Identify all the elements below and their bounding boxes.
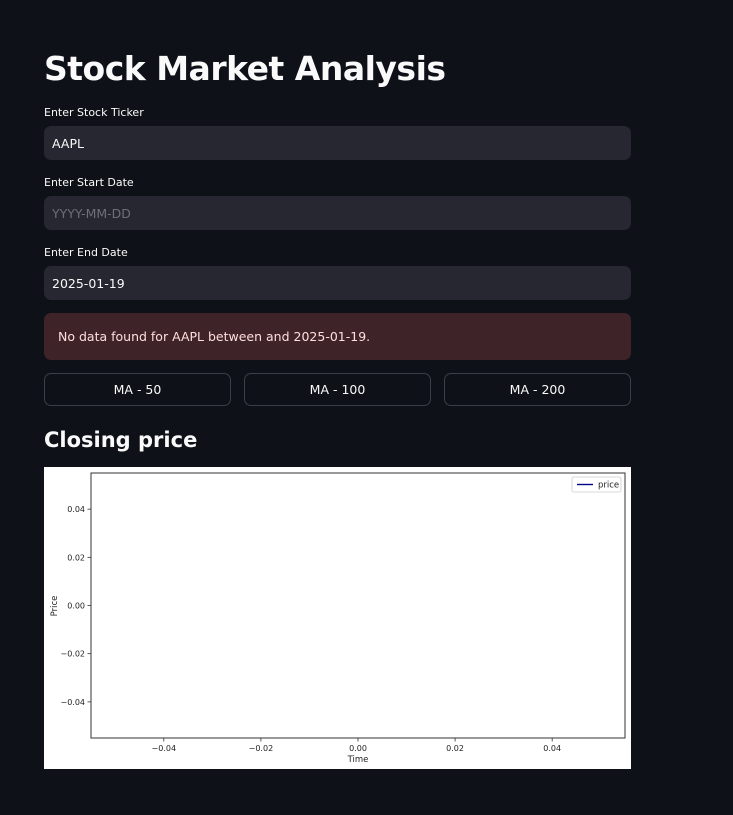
chart-legend: price [571, 476, 622, 493]
ticker-input[interactable]: AAPL [44, 126, 631, 160]
start-date-label: Enter Start Date [44, 176, 134, 189]
start-date-input[interactable]: YYYY-MM-DD [44, 196, 631, 230]
y-tick-label: 0.00 [67, 602, 85, 611]
ma-50-button[interactable]: MA - 50 [44, 373, 231, 406]
page-title: Stock Market Analysis [44, 49, 446, 88]
x-tick-label: −0.04 [152, 744, 177, 753]
x-tick-label: 0.02 [446, 744, 464, 753]
closing-price-chart: −0.04 −0.02 0.00 0.02 0.04 0.04 0.02 0.00 −0.02… [44, 467, 631, 769]
end-date-label: Enter End Date [44, 246, 128, 259]
ticker-label: Enter Stock Ticker [44, 106, 144, 119]
end-date-input[interactable]: 2025-01-19 [44, 266, 631, 300]
y-tick-label: 0.04 [67, 505, 85, 514]
y-axis-ticks: 0.04 0.02 0.00 −0.02 −0.04 [60, 505, 91, 707]
y-tick-label: −0.04 [60, 698, 85, 707]
y-axis-label: Price [50, 596, 60, 617]
y-tick-label: 0.02 [67, 553, 85, 562]
closing-price-heading: Closing price [44, 428, 198, 452]
error-message: No data found for AAPL between and 2025-… [58, 329, 371, 344]
x-axis-label: Time [347, 755, 369, 765]
x-tick-label: −0.02 [249, 744, 274, 753]
plot-area [90, 472, 626, 739]
legend-label-price: price [598, 481, 619, 491]
y-tick-label: −0.02 [60, 650, 85, 659]
x-tick-label: 0.04 [543, 744, 561, 753]
ma-100-button[interactable]: MA - 100 [244, 373, 431, 406]
x-axis-ticks: −0.04 −0.02 0.00 0.02 0.04 [152, 738, 561, 753]
app-page: Stock Market Analysis Enter Stock Ticker… [0, 0, 733, 815]
ma-200-button[interactable]: MA - 200 [444, 373, 631, 406]
moving-average-buttons: MA - 50 MA - 100 MA - 200 [44, 373, 631, 406]
chart-svg: −0.04 −0.02 0.00 0.02 0.04 0.04 0.02 0.00 −0.02… [50, 472, 626, 765]
x-tick-label: 0.00 [349, 744, 367, 753]
error-alert: No data found for AAPL between and 2025-… [44, 313, 631, 360]
